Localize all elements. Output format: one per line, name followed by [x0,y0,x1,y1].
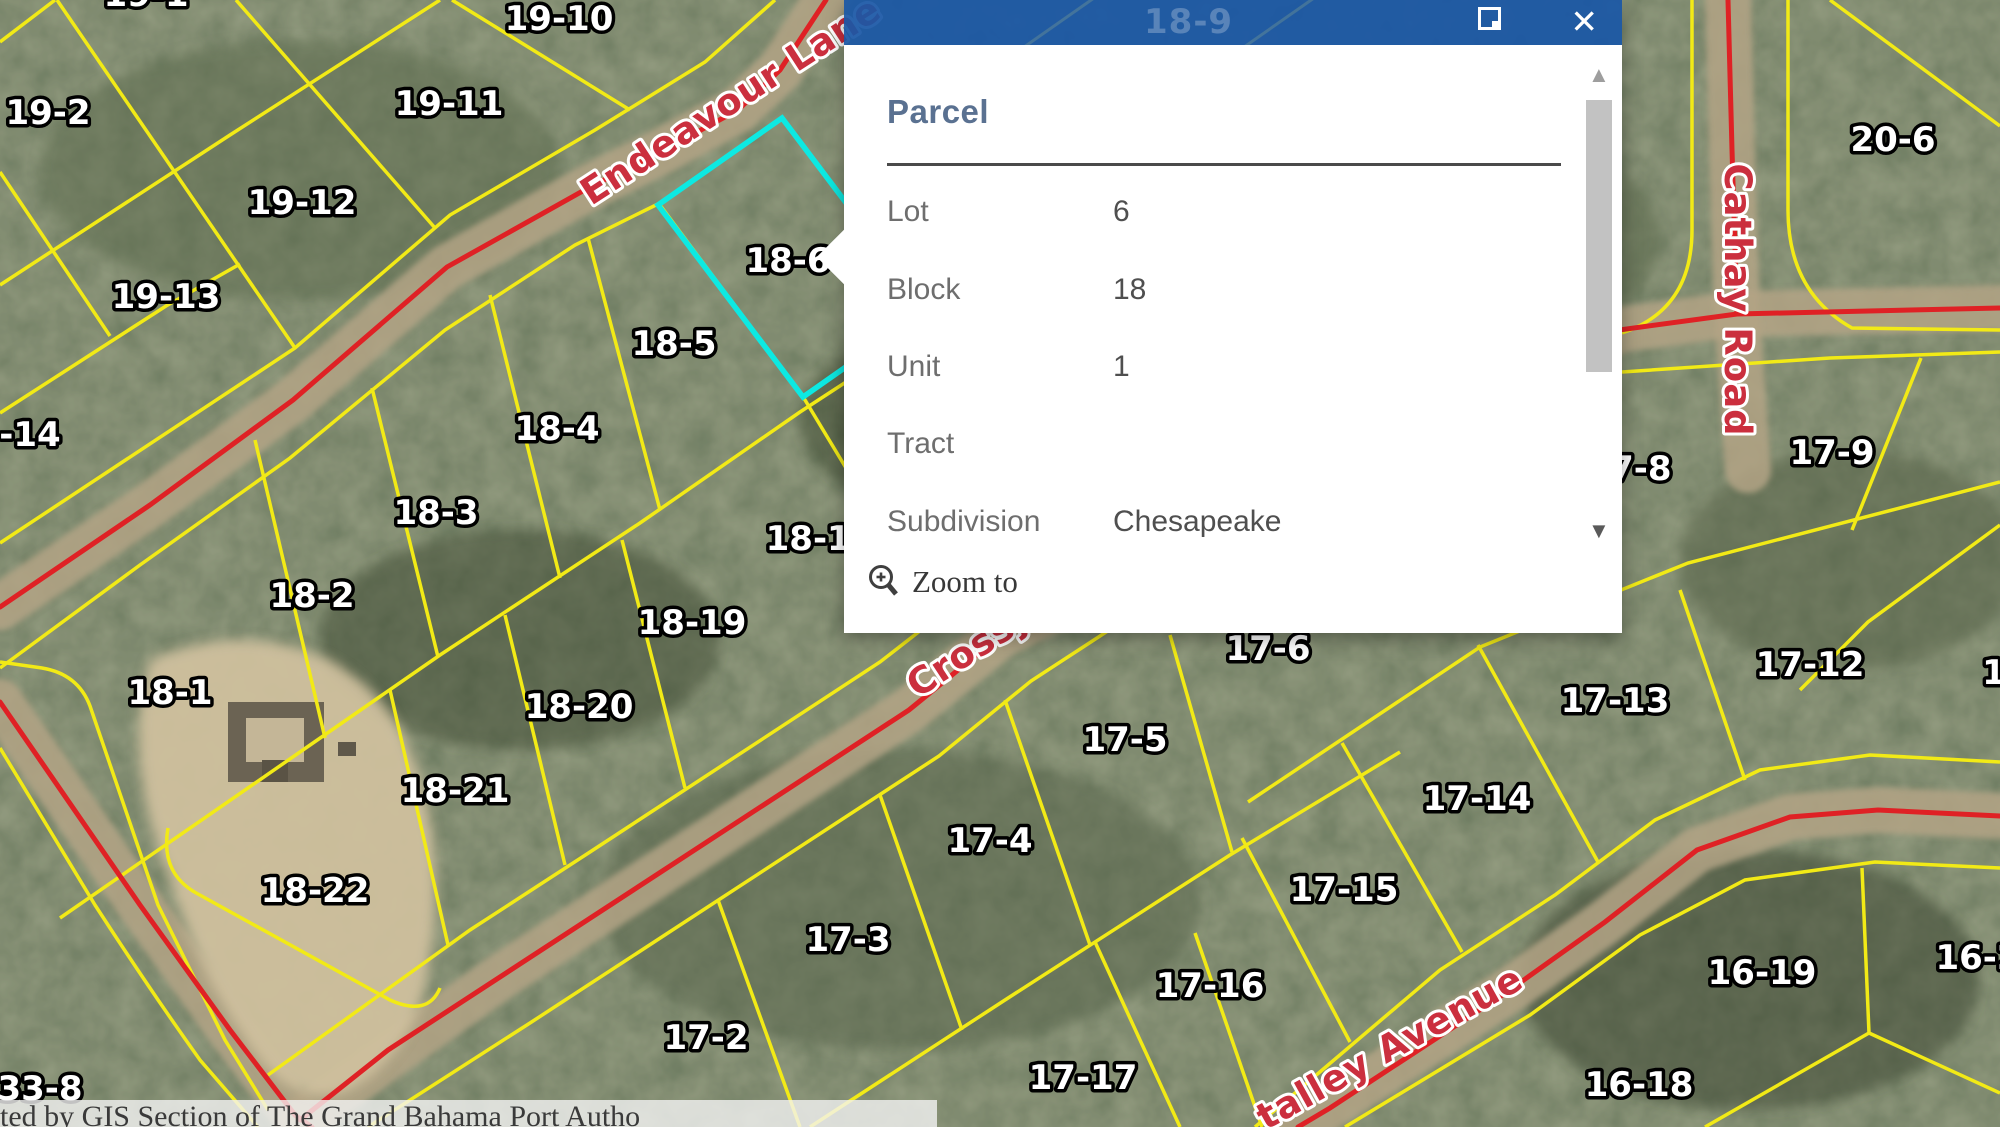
field-label: Subdivision [887,505,1113,545]
dock-icon[interactable] [1478,7,1502,31]
parcel-label: 16-19 [1708,953,1817,993]
parcel-label: 18-19 [638,603,747,643]
zoom-in-magnifier-icon [866,563,902,601]
field-row-unit: Unit 1 [887,350,1547,390]
parcel-label: 19-10 [505,0,614,39]
zoom-to-button[interactable]: Zoom to [866,563,1018,601]
parcel-label: 18-5 [631,324,716,364]
parcel-label: 19-1 [103,0,188,15]
parcel-label: 19-11 [395,84,504,124]
parcel-label: 17-5 [1082,720,1167,760]
road-name-label: Cathay Road [1716,163,1759,436]
parcel-label: 17-15 [1290,870,1399,910]
parcel-label: 19-2 [5,93,90,133]
scrollbar-thumb[interactable] [1586,100,1612,372]
parcel-label: 17-3 [805,920,890,960]
field-label: Tract [887,427,1113,467]
parcel-label: 17-17 [1029,1058,1138,1098]
field-row-tract: Tract [887,427,1547,467]
map-attribution: ted by GIS Section of The Grand Bahama P… [0,1100,937,1127]
parcel-label: 18-22 [261,871,370,911]
parcel-label: 18-4 [514,409,599,449]
popup-header[interactable]: 18-9 ✕ [844,0,1622,45]
parcel-label: 16-2 [1935,938,2000,978]
title-divider [887,163,1561,166]
parcel-info-popup: 18-9 ✕ Parcel Lot 6 Block 18 Unit 1 [844,0,1622,633]
parcel-label: 19-13 [112,277,221,317]
parcel-label: 17-13 [1561,681,1670,721]
scroll-down-arrow-icon[interactable]: ▼ [1588,518,1610,544]
field-label: Lot [887,195,1113,235]
scroll-up-arrow-icon[interactable]: ▲ [1588,62,1610,88]
parcel-label: 17-2 [663,1018,748,1058]
parcel-label: 20-6 [1850,120,1935,160]
parcel-label: 17-9 [1789,433,1874,473]
parcel-label: 17-4 [947,821,1032,861]
parcel-label: 17-14 [1423,779,1532,819]
parcel-label: 18-6 [745,241,830,281]
field-label: Block [887,273,1113,313]
field-value: 18 [1113,273,1146,313]
popup-scrollbar: ▲ ▼ [1584,50,1616,633]
parcel-label: 18-1 [127,673,212,713]
popup-body: Parcel Lot 6 Block 18 Unit 1 Tract Subdi… [844,45,1622,633]
parcel-label: 19-12 [248,183,357,223]
parcel-label: 18-2 [269,576,354,616]
parcel-label: 16-18 [1585,1065,1694,1105]
field-value: Chesapeake [1113,505,1281,545]
parcel-label: -14 [0,415,61,455]
popup-title: Parcel [887,93,989,131]
field-row-block: Block 18 [887,273,1547,313]
parcel-label: 17-16 [1156,966,1265,1006]
parcel-label: 17-12 [1756,645,1865,685]
gis-map-viewport: 19-1 19-10 19-2 19-11 19-12 19-13 -14 18-6 18-5 1… [0,0,2000,1127]
field-label: Unit [887,350,1113,390]
field-value: 1 [1113,350,1130,390]
ghost-parcel-label: 18-9 [1144,2,1233,42]
parcel-label: 18-20 [525,687,634,727]
parcel-label: 1 [1982,653,2000,693]
parcel-label: 18-3 [393,493,478,533]
parcel-label: 17-6 [1225,629,1310,669]
close-icon[interactable]: ✕ [1570,2,1598,42]
field-row-lot: Lot 6 [887,195,1547,235]
field-row-subdivision: Subdivision Chesapeake [887,505,1547,545]
zoom-to-label: Zoom to [912,564,1018,600]
parcel-label: 18-21 [401,771,510,811]
field-value: 6 [1113,195,1130,235]
